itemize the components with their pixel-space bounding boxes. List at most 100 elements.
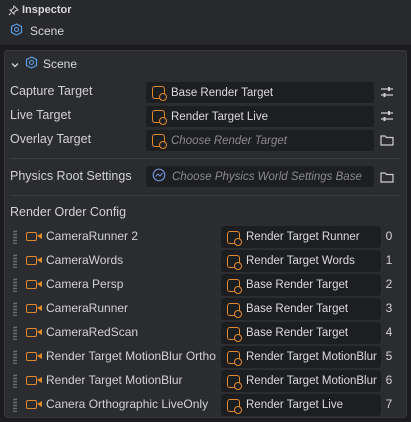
- scene-section-header[interactable]: Scene: [10, 55, 77, 73]
- tab-title: Inspector: [22, 4, 72, 16]
- camera-name: Render Target MotionBlur: [46, 373, 183, 387]
- list-item[interactable]: Render Target MotionBlur Ortho Render Ta…: [10, 346, 400, 368]
- list-item[interactable]: CameraWords Render Target Words 1: [10, 250, 400, 272]
- inspector-header: Inspector Scene: [0, 0, 411, 46]
- camera-name: Camera Persp: [46, 277, 124, 291]
- camera-icon: [26, 304, 42, 313]
- camera-icon: [26, 232, 42, 241]
- render-target-icon: [152, 134, 167, 149]
- camera-name: Canera Orthographic LiveOnly: [46, 397, 209, 411]
- render-target-value: Render Target Words: [246, 255, 355, 267]
- capture-target-field[interactable]: Base Render Target: [146, 82, 374, 103]
- drag-handle-icon[interactable]: [13, 326, 17, 340]
- render-target-icon: [152, 86, 167, 101]
- order-index: 6: [385, 373, 393, 387]
- render-order-label: Render Order Config: [10, 205, 127, 219]
- scene-icon: [25, 56, 38, 72]
- selected-object: Scene: [10, 22, 64, 40]
- capture-target-settings-button[interactable]: [378, 83, 396, 101]
- camera-name: CameraRunner: [46, 301, 129, 315]
- live-target-field[interactable]: Render Target Live: [146, 106, 374, 127]
- camera-icon: [26, 400, 42, 409]
- render-target-icon: [227, 374, 242, 390]
- render-target-value: Base Render Target: [246, 327, 349, 339]
- physics-world-icon: [152, 168, 166, 185]
- camera-icon: [26, 352, 42, 361]
- list-item[interactable]: CameraRunner Base Render Target 3: [10, 298, 400, 320]
- sliders-icon: [381, 111, 393, 121]
- object-name: Scene: [30, 24, 65, 38]
- list-item[interactable]: CameraRedScan Base Render Target 4: [10, 322, 400, 344]
- physics-root-browse-button[interactable]: [378, 168, 396, 186]
- render-target-value: Render Target MotionBlur: [246, 351, 377, 363]
- render-target-value: Render Target Live: [246, 399, 343, 411]
- drag-handle-icon[interactable]: [13, 278, 17, 292]
- render-target-field[interactable]: Render Target MotionBlur: [221, 370, 381, 392]
- drag-handle-icon[interactable]: [13, 230, 17, 244]
- order-index: 7: [385, 397, 393, 411]
- live-target-label: Live Target: [10, 108, 71, 122]
- camera-icon: [26, 376, 42, 385]
- live-target-value: Render Target Live: [171, 110, 268, 123]
- order-index: 4: [385, 325, 393, 339]
- order-index: 2: [385, 277, 393, 291]
- folder-icon: [380, 172, 394, 183]
- render-target-value: Render Target Runner: [246, 231, 360, 243]
- render-target-field[interactable]: Render Target Words: [221, 250, 381, 272]
- list-item[interactable]: CameraRunner 2 Render Target Runner 0: [10, 226, 400, 248]
- render-target-icon: [227, 398, 242, 414]
- render-target-icon: [227, 350, 242, 366]
- render-target-field[interactable]: Base Render Target: [221, 298, 381, 320]
- drag-handle-icon[interactable]: [13, 374, 17, 388]
- order-index: 0: [385, 229, 393, 243]
- render-target-field[interactable]: Render Target Runner: [221, 226, 381, 248]
- chevron-down-icon[interactable]: [10, 59, 20, 69]
- overlay-target-label: Overlay Target: [10, 132, 92, 146]
- drag-handle-icon[interactable]: [13, 398, 17, 412]
- live-target-settings-button[interactable]: [378, 107, 396, 125]
- render-target-value: Render Target MotionBlur: [246, 375, 377, 387]
- physics-root-label: Physics Root Settings: [10, 169, 132, 183]
- render-target-icon: [227, 326, 242, 342]
- divider: [10, 195, 400, 196]
- order-index: 1: [385, 253, 393, 267]
- camera-icon: [26, 256, 42, 265]
- render-target-icon: [227, 254, 242, 270]
- order-index: 5: [385, 349, 393, 363]
- camera-icon: [26, 328, 42, 337]
- list-item[interactable]: Canera Orthographic LiveOnly Render Targ…: [10, 394, 400, 416]
- order-index: 3: [385, 301, 393, 315]
- scene-icon: [10, 23, 23, 39]
- render-target-field[interactable]: Render Target Live: [221, 394, 381, 416]
- list-item[interactable]: Camera Persp Base Render Target 2: [10, 274, 400, 296]
- drag-handle-icon[interactable]: [13, 350, 17, 364]
- physics-root-field[interactable]: Choose Physics World Settings Base: [146, 166, 374, 187]
- render-target-icon: [227, 302, 242, 318]
- render-target-field[interactable]: Base Render Target: [221, 274, 381, 296]
- overlay-target-browse-button[interactable]: [378, 131, 396, 149]
- render-target-field[interactable]: Render Target MotionBlur: [221, 346, 381, 368]
- overlay-target-placeholder: Choose Render Target: [171, 134, 287, 147]
- camera-name: CameraRunner 2: [46, 229, 139, 243]
- render-target-icon: [227, 278, 242, 294]
- render-target-field[interactable]: Base Render Target: [221, 322, 381, 344]
- divider: [10, 158, 400, 159]
- camera-name: Render Target MotionBlur Ortho: [46, 349, 216, 363]
- drag-handle-icon[interactable]: [13, 254, 17, 268]
- capture-target-label: Capture Target: [10, 84, 93, 98]
- capture-target-value: Base Render Target: [171, 86, 274, 99]
- pin-icon[interactable]: [8, 4, 19, 16]
- camera-name: CameraRedScan: [46, 325, 139, 339]
- physics-root-placeholder: Choose Physics World Settings Base: [172, 170, 362, 183]
- camera-icon: [26, 280, 42, 289]
- list-item[interactable]: Render Target MotionBlur Render Target M…: [10, 370, 400, 392]
- render-target-icon: [227, 230, 242, 246]
- drag-handle-icon[interactable]: [13, 302, 17, 316]
- inspector-tab[interactable]: Inspector: [8, 3, 72, 17]
- overlay-target-field[interactable]: Choose Render Target: [146, 130, 374, 151]
- render-target-icon: [152, 110, 167, 125]
- section-title: Scene: [43, 57, 78, 71]
- folder-icon: [380, 135, 394, 146]
- render-target-value: Base Render Target: [246, 303, 349, 315]
- camera-name: CameraWords: [46, 253, 124, 267]
